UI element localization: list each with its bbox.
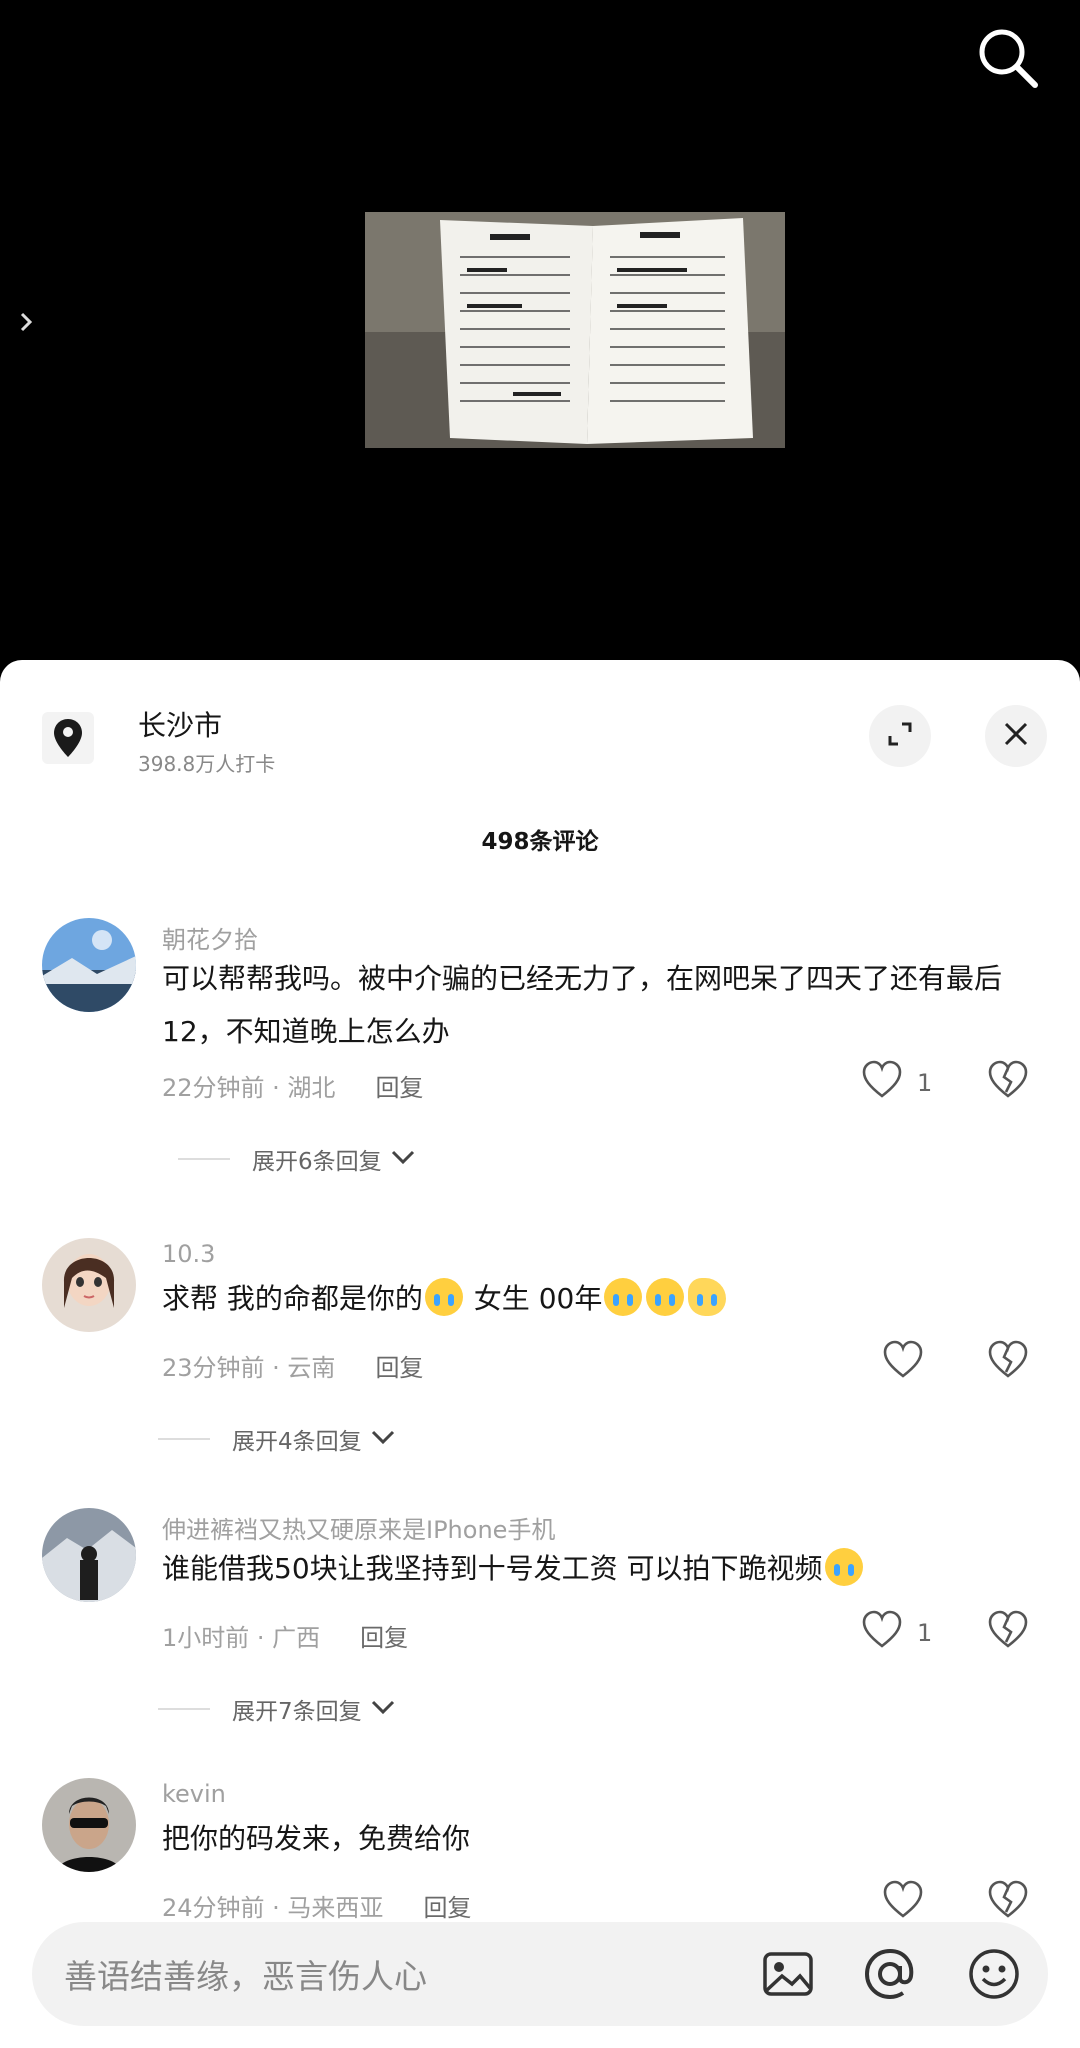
avatar[interactable] [42,918,136,1012]
comment-time: 1小时前 · 广西 [162,1624,321,1652]
expand-icon [885,719,915,753]
comment-meta: 22分钟前 · 湖北 回复 [162,1068,423,1103]
expand-replies-label: 展开7条回复 [232,1699,362,1725]
comment-text-part: 谁能借我50块让我坚持到十号发工资 可以拍下跪视频 [162,1552,823,1585]
like-button[interactable] [882,1340,924,1386]
comment-text: 可以帮帮我吗。被中介骗的已经无力了，在网吧呆了四天了还有最后12，不知道晚上怎么… [162,962,1003,1048]
comment-text-part: 求帮 我的命都是你的 [162,1282,423,1315]
chevron-down-icon [370,1426,396,1452]
comment-time: 24分钟前 · 马来西亚 [162,1894,384,1922]
crying-emoji-icon [424,1278,463,1316]
crying-emoji-icon [824,1548,863,1586]
expand-button[interactable] [869,705,931,767]
avatar[interactable] [42,1508,136,1602]
heart-icon [882,1880,924,1924]
like-button[interactable] [882,1880,924,1924]
comment-time: 22分钟前 · 湖北 [162,1074,336,1102]
expand-replies[interactable]: 展开4条回复 [158,1422,396,1456]
broken-heart-icon[interactable] [987,1060,1029,1104]
avatar[interactable] [42,1778,136,1872]
crying-emoji-icon [604,1278,643,1316]
reply-button[interactable]: 回复 [360,1624,408,1652]
video-area[interactable] [0,0,1080,660]
comment-time: 23分钟前 · 云南 [162,1354,336,1382]
comment-meta: 1小时前 · 广西 回复 [162,1618,408,1653]
avatar[interactable] [42,1238,136,1332]
broken-heart-icon[interactable] [987,1610,1029,1654]
like-count: 1 [917,1069,933,1097]
heart-icon [861,1060,903,1106]
reply-button[interactable]: 回复 [375,1354,423,1382]
video-thumbnail [365,212,785,448]
comment-meta: 23分钟前 · 云南 回复 [162,1348,423,1383]
expand-replies-label: 展开4条回复 [232,1429,362,1455]
username[interactable]: 10.3 [162,1240,215,1268]
like-button[interactable]: 1 [861,1060,932,1106]
expand-replies[interactable]: 展开7条回复 [158,1692,396,1726]
like-button[interactable]: 1 [861,1610,932,1656]
chevron-down-icon [370,1696,396,1722]
expand-replies[interactable]: 展开6条回复 [178,1142,416,1176]
broken-heart-icon[interactable] [987,1340,1029,1384]
like-count: 1 [917,1619,933,1647]
chevron-right-icon[interactable] [14,308,38,336]
reply-button[interactable]: 回复 [375,1074,423,1102]
close-button[interactable] [985,705,1047,767]
username[interactable]: kevin [162,1780,226,1808]
crying-emoji-icon [646,1278,685,1316]
location-name[interactable]: 长沙市 [138,704,222,744]
username[interactable]: 伸进裤裆又热又硬原来是IPhone手机 [162,1510,555,1545]
mention-icon[interactable] [862,1946,918,2002]
kneeling-emoji-icon [688,1278,727,1316]
username[interactable]: 朝花夕拾 [162,920,258,955]
comment-meta: 24分钟前 · 马来西亚 回复 [162,1888,471,1923]
chevron-down-icon [390,1146,416,1172]
heart-icon [861,1610,903,1656]
comment-text: 把你的码发来，免费给你 [162,1822,471,1855]
emoji-icon[interactable] [966,1946,1022,2002]
search-icon[interactable] [975,25,1041,91]
comment-text: 谁能借我50块让我坚持到十号发工资 可以拍下跪视频 [162,1542,1042,1595]
reply-button[interactable]: 回复 [423,1894,471,1922]
close-icon [1003,721,1029,751]
heart-icon [882,1340,924,1386]
comment-text-part: 女生 00年 [464,1282,603,1315]
image-icon[interactable] [760,1946,816,2002]
expand-replies-label: 展开6条回复 [252,1149,382,1175]
comment-text: 求帮 我的命都是你的 女生 00年 [162,1272,1042,1325]
broken-heart-icon[interactable] [987,1880,1029,1924]
comment-input-bar[interactable]: 善语结善缘，恶言伤人心 [32,1922,1048,2026]
comment-item: kevin 把你的码发来，免费给你 24分钟前 · 马来西亚 回复 [0,1778,1080,1924]
location-pin-icon[interactable] [42,712,94,764]
comment-input[interactable]: 善语结善缘，恶言伤人心 [64,1950,427,1998]
location-checkins: 398.8万人打卡 [138,752,276,776]
comment-count: 498条评论 [481,829,599,855]
comment-sheet: 长沙市 398.8万人打卡 498条评论 朝花夕拾 可以帮帮我吗。被中介骗的已经… [0,660,1080,2048]
